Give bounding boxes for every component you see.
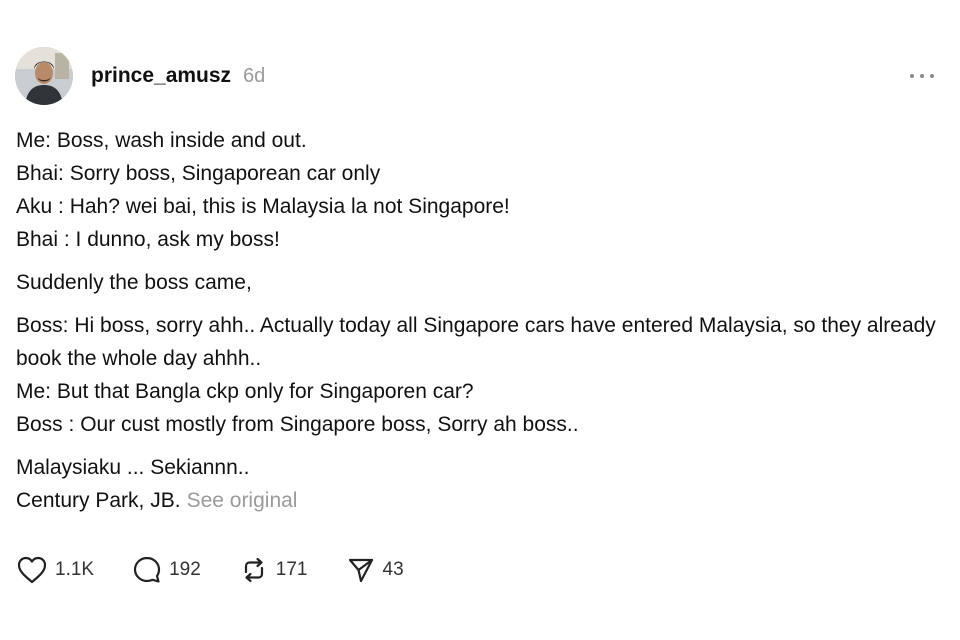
- reply-count: 192: [169, 559, 201, 580]
- text-line: Bhai : I dunno, ask my boss!: [16, 228, 280, 251]
- like-button[interactable]: 1.1K: [16, 555, 94, 585]
- avatar-photo-icon: [15, 47, 73, 105]
- text-line: Me: Boss, wash inside and out.: [16, 129, 307, 152]
- reply-button[interactable]: 192: [132, 555, 201, 585]
- post-actions: 1.1K 192 171 43: [16, 555, 442, 585]
- text-line: Aku : Hah? wei bai, this is Malaysia la …: [16, 195, 510, 218]
- more-dot: [930, 74, 934, 78]
- more-options-button[interactable]: [910, 64, 934, 88]
- text-line: Malaysiaku ... Sekiannn..: [16, 456, 250, 479]
- text-line: Bhai: Sorry boss, Singaporean car only: [16, 162, 381, 185]
- post-card: prince_amusz 6d Me: Boss, wash inside an…: [0, 0, 960, 640]
- send-icon: [348, 558, 373, 583]
- text-line: Boss : Our cust mostly from Singapore bo…: [16, 413, 579, 436]
- author-username[interactable]: prince_amusz: [91, 64, 231, 88]
- text-line: Me: But that Bangla ckp only for Singapo…: [16, 380, 474, 403]
- text-line: Century Park, JB.: [16, 489, 181, 512]
- repost-button[interactable]: 171: [239, 555, 308, 585]
- post-body: Me: Boss, wash inside and out. Bhai: Sor…: [16, 124, 941, 527]
- repost-count: 171: [275, 559, 308, 580]
- paragraph-4: Malaysiaku ... Sekiannn.. Century Park, …: [16, 451, 941, 517]
- share-button[interactable]: 43: [346, 555, 404, 585]
- author-avatar[interactable]: [15, 47, 73, 105]
- text-line-with-link: Century Park, JB. See original: [16, 484, 941, 517]
- post-header: prince_amusz 6d: [15, 46, 265, 106]
- text-line: Boss: Hi boss, sorry ahh.. Actually toda…: [16, 314, 936, 370]
- text-line: Suddenly the boss came,: [16, 271, 252, 294]
- share-count: 43: [382, 559, 404, 580]
- like-count: 1.1K: [55, 559, 95, 580]
- more-dot: [910, 74, 914, 78]
- see-original-link[interactable]: See original: [187, 489, 298, 512]
- more-dot: [920, 74, 924, 78]
- comment-icon: [133, 556, 161, 583]
- repost-icon: [244, 557, 263, 583]
- post-timestamp: 6d: [243, 64, 266, 87]
- paragraph-3: Boss: Hi boss, sorry ahh.. Actually toda…: [16, 309, 941, 441]
- paragraph-2: Suddenly the boss came,: [16, 266, 941, 299]
- heart-icon: [17, 556, 47, 584]
- paragraph-1: Me: Boss, wash inside and out. Bhai: Sor…: [16, 124, 941, 256]
